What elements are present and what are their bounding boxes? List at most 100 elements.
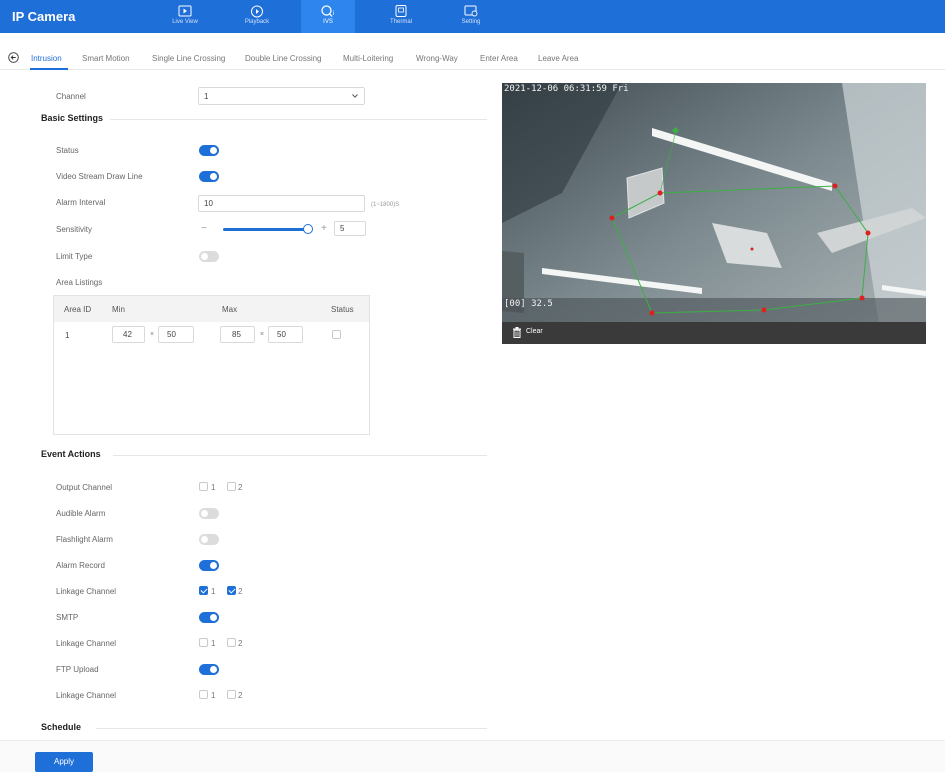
nav-ivs[interactable]: i IVS <box>301 0 355 33</box>
output-channel-2-checkbox[interactable] <box>227 482 236 491</box>
zone-center-point <box>750 247 754 251</box>
zone-vertex <box>859 295 865 301</box>
header-min: Min <box>112 305 125 314</box>
tab-leave-area[interactable]: Leave Area <box>538 54 578 63</box>
header-area-id: Area ID <box>64 305 92 314</box>
linkage1-channel-1-checkbox[interactable] <box>199 586 208 595</box>
linkage3-channel-2-checkbox[interactable] <box>227 690 236 699</box>
output-channel-label: Output Channel <box>56 483 113 492</box>
channel-value: 1 <box>204 92 209 101</box>
event-actions-title: Event Actions <box>41 449 101 459</box>
channel-select[interactable]: 1 <box>198 87 365 105</box>
ftp-upload-label: FTP Upload <box>56 665 99 674</box>
linkage1-channel-2-checkbox[interactable] <box>227 586 236 595</box>
alarm-interval-input[interactable]: 10 <box>198 195 365 212</box>
flashlight-alarm-toggle[interactable] <box>199 534 219 545</box>
schedule-title: Schedule <box>41 722 82 732</box>
sensitivity-slider-track[interactable] <box>223 228 309 231</box>
action-footer <box>0 740 945 772</box>
nav-setting[interactable]: Setting <box>444 0 498 33</box>
nav-thermal-label: Thermal <box>389 19 412 25</box>
app-title: IP Camera <box>12 9 76 24</box>
tab-double-line-crossing[interactable]: Double Line Crossing <box>245 54 322 63</box>
linkage3-channel-2-label: 2 <box>238 691 243 700</box>
linkage2-channel-1-checkbox[interactable] <box>199 638 208 647</box>
draw-line-toggle[interactable] <box>199 171 219 182</box>
ftp-upload-toggle[interactable] <box>199 664 219 675</box>
channel-label: Channel <box>56 92 86 101</box>
linkage-channel-label-2: Linkage Channel <box>56 639 117 648</box>
zone-vertex <box>649 310 655 316</box>
max-width-input[interactable]: 85 <box>220 326 255 343</box>
limit-type-toggle[interactable] <box>199 251 219 262</box>
status-label: Status <box>56 146 79 155</box>
zone-vertex <box>865 230 871 236</box>
area-id-cell: 1 <box>65 331 70 340</box>
zone-vertex <box>657 190 663 196</box>
alarm-interval-hint: (1~1800)S <box>371 202 400 208</box>
setting-icon <box>464 5 478 17</box>
linkage3-channel-1-checkbox[interactable] <box>199 690 208 699</box>
draw-line-label: Video Stream Draw Line <box>56 172 143 181</box>
basic-settings-title: Basic Settings <box>41 113 104 123</box>
event-actions-divider <box>113 455 487 456</box>
alarm-record-label: Alarm Record <box>56 561 105 570</box>
tab-wrong-way[interactable]: Wrong-Way <box>416 54 458 63</box>
tab-smart-motion[interactable]: Smart Motion <box>82 54 130 63</box>
linkage3-channel-1-label: 1 <box>211 691 216 700</box>
sensitivity-slider-handle[interactable] <box>303 224 313 234</box>
smtp-label: SMTP <box>56 613 79 622</box>
linkage-channel-label-1: Linkage Channel <box>56 587 117 596</box>
max-height-input[interactable]: 50 <box>268 326 303 343</box>
linkage1-channel-1-label: 1 <box>211 587 216 596</box>
tab-intrusion[interactable]: Intrusion <box>31 54 62 63</box>
live-preview[interactable]: 2021-12-06 06:31:59 Fri [00] 32.5 <box>502 83 926 344</box>
audible-alarm-toggle[interactable] <box>199 508 219 519</box>
alarm-interval-label: Alarm Interval <box>56 198 106 207</box>
alarm-interval-value: 10 <box>204 199 213 208</box>
zone-vertex <box>609 215 615 221</box>
svg-text:i: i <box>333 11 334 17</box>
back-arrow-icon[interactable] <box>8 52 19 63</box>
ivs-icon: i <box>321 5 334 17</box>
sensitivity-input[interactable]: 5 <box>334 221 366 236</box>
linkage2-channel-2-label: 2 <box>238 639 243 648</box>
status-toggle[interactable] <box>199 145 219 156</box>
preview-temperature: [00] 32.5 <box>504 299 553 309</box>
tab-enter-area[interactable]: Enter Area <box>480 54 518 63</box>
min-width-value: 42 <box>123 330 132 339</box>
ivs-tabs: Intrusion Smart Motion Single Line Cross… <box>0 48 945 70</box>
min-height-value: 50 <box>167 330 176 339</box>
linkage2-channel-1-label: 1 <box>211 639 216 648</box>
sensitivity-decrease-button[interactable]: − <box>201 223 207 234</box>
sensitivity-label: Sensitivity <box>56 225 93 234</box>
sensitivity-increase-button[interactable]: + <box>321 223 327 234</box>
schedule-divider <box>96 728 487 729</box>
flashlight-alarm-label: Flashlight Alarm <box>56 535 113 544</box>
apply-button[interactable]: Apply <box>35 752 93 772</box>
trash-icon[interactable] <box>512 327 522 338</box>
output-channel-1-checkbox[interactable] <box>199 482 208 491</box>
thermal-icon <box>395 5 407 17</box>
linkage2-channel-2-checkbox[interactable] <box>227 638 236 647</box>
min-times-sign: × <box>150 331 155 338</box>
min-height-input[interactable]: 50 <box>158 326 194 343</box>
limit-type-label: Limit Type <box>56 252 93 261</box>
tab-single-line-crossing[interactable]: Single Line Crossing <box>152 54 225 63</box>
nav-playback-label: Playback <box>244 19 270 25</box>
preview-timestamp: 2021-12-06 06:31:59 Fri <box>504 84 629 94</box>
nav-thermal[interactable]: Thermal <box>374 0 428 33</box>
alarm-record-toggle[interactable] <box>199 560 219 571</box>
min-width-input[interactable]: 42 <box>112 326 145 343</box>
smtp-toggle[interactable] <box>199 612 219 623</box>
area-listings-table: Area ID Min Max Status 1 42 × 50 85 × 50 <box>53 295 370 435</box>
audible-alarm-label: Audible Alarm <box>56 509 106 518</box>
nav-playback[interactable]: Playback <box>230 0 284 33</box>
tab-multi-loitering[interactable]: Multi-Loitering <box>343 54 393 63</box>
area-status-checkbox[interactable] <box>332 330 341 339</box>
sensitivity-value: 5 <box>340 224 345 233</box>
area-listings-label: Area Listings <box>56 278 103 287</box>
max-times-sign: × <box>260 331 265 338</box>
nav-live-view[interactable]: Live View <box>158 0 212 33</box>
clear-button[interactable]: Clear <box>526 328 543 335</box>
